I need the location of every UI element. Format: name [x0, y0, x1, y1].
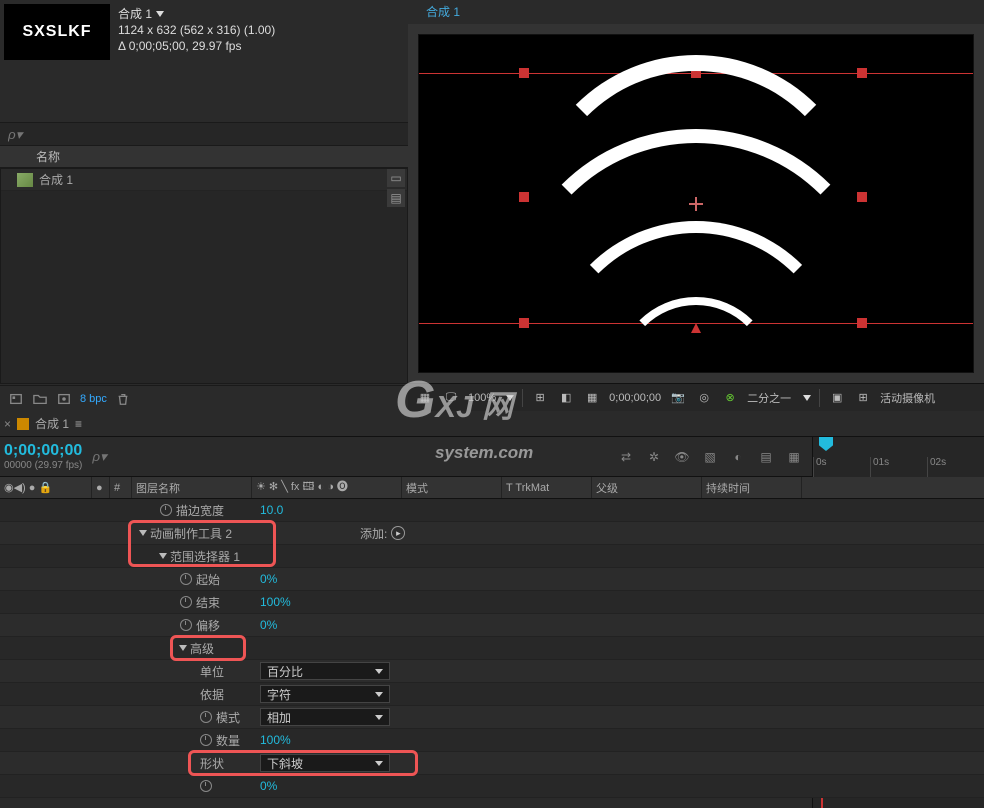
- monitor-icon[interactable]: 🖵: [442, 390, 460, 406]
- prop-shape[interactable]: 形状 下斜坡: [0, 752, 984, 775]
- folder-icon[interactable]: [32, 392, 48, 406]
- comp-duration: 0;00;05;00, 29.97 fps: [129, 39, 242, 53]
- prop-units[interactable]: 单位 百分比: [0, 660, 984, 683]
- prop-end[interactable]: 结束 100%: [0, 591, 984, 614]
- project-column-name[interactable]: 名称: [0, 146, 408, 168]
- label-col[interactable]: ●: [92, 477, 110, 498]
- timeline-search[interactable]: [92, 449, 172, 464]
- stopwatch-icon[interactable]: [160, 504, 172, 516]
- panel-icon[interactable]: ▭: [387, 169, 405, 187]
- search-input[interactable]: [92, 449, 172, 464]
- chevron-down-icon[interactable]: [506, 395, 514, 401]
- stopwatch-icon[interactable]: [200, 711, 212, 723]
- prop-offset[interactable]: 偏移 0%: [0, 614, 984, 637]
- index-col[interactable]: #: [110, 477, 132, 498]
- prop-value[interactable]: 100%: [260, 733, 291, 747]
- motion-blur-icon[interactable]: ◐: [728, 448, 748, 466]
- project-panel: SXSLKF 合成 1 1124 x 632 (562 x 316) (1.00…: [0, 0, 408, 411]
- prop-animator[interactable]: 动画制作工具 2 添加:▸: [0, 522, 984, 545]
- prop-value[interactable]: 10.0: [260, 503, 283, 517]
- prop-mode[interactable]: 模式 相加: [0, 706, 984, 729]
- mode-col[interactable]: 模式: [402, 477, 502, 498]
- viewer-tabs: 合成 1: [408, 0, 984, 24]
- stopwatch-icon[interactable]: [180, 596, 192, 608]
- project-toolbar: 8 bpc: [0, 385, 408, 411]
- project-item[interactable]: 合成 1: [1, 169, 407, 191]
- composition-viewer[interactable]: [418, 34, 974, 373]
- graph-editor-icon[interactable]: ▤: [756, 448, 776, 466]
- prop-stroke-width[interactable]: 描边宽度 10.0: [0, 499, 984, 522]
- prop-value[interactable]: 100%: [260, 595, 291, 609]
- new-comp-icon[interactable]: [56, 392, 72, 406]
- prop-based-on[interactable]: 依据 字符: [0, 683, 984, 706]
- trash-icon[interactable]: [115, 392, 131, 406]
- stopwatch-icon[interactable]: [200, 780, 212, 792]
- camera-dropdown[interactable]: 活动摄像机: [880, 390, 935, 406]
- timeline-panel: × 合成 1 ≡ 0;00;00;00 00000 (29.97 fps) ⇄ …: [0, 411, 984, 808]
- disclosure-icon[interactable]: [179, 645, 187, 651]
- chevron-down-icon: [375, 692, 383, 697]
- basedon-dropdown[interactable]: 字符: [260, 685, 390, 703]
- stopwatch-icon[interactable]: [180, 573, 192, 585]
- close-tab-icon[interactable]: ×: [4, 417, 11, 431]
- mini-flowchart-icon[interactable]: ⇄: [616, 448, 636, 466]
- av-toggles-col[interactable]: ◉◀) ● 🔒: [0, 477, 92, 498]
- comp-dimensions: 1124 x 632 (562 x 316) (1.00): [118, 22, 275, 38]
- timeline-columns: ◉◀) ● 🔒 ● # 图层名称 ☀ ✻ ╲ fx 🖽 ◐ ◑ 🅞 模式 T T…: [0, 477, 984, 499]
- prop-smoothness[interactable]: 0%: [0, 775, 984, 798]
- comp-color-icon: [17, 418, 29, 430]
- chevron-down-icon: [375, 715, 383, 720]
- shy-icon[interactable]: 👁: [672, 448, 692, 466]
- chevron-down-icon: [375, 669, 383, 674]
- project-thumbnail: SXSLKF: [4, 4, 110, 60]
- time-ruler[interactable]: 0s 01s 02s: [812, 437, 984, 477]
- disclosure-icon[interactable]: [159, 553, 167, 559]
- prop-advanced[interactable]: 高级: [0, 637, 984, 660]
- text-arc: [616, 297, 776, 457]
- prop-value[interactable]: 0%: [260, 618, 277, 632]
- composition-icon: [17, 173, 33, 187]
- viewer-tab-active[interactable]: 合成 1: [416, 0, 470, 26]
- switches-col[interactable]: ☀ ✻ ╲ fx 🖽 ◐ ◑ 🅞: [252, 477, 402, 498]
- comp-name[interactable]: 合成 1: [118, 6, 152, 22]
- layer-name-col[interactable]: 图层名称: [132, 477, 252, 498]
- project-item-label: 合成 1: [39, 171, 73, 188]
- stopwatch-icon[interactable]: [200, 734, 212, 746]
- timecode[interactable]: 0;00;00;00: [4, 442, 82, 460]
- bpc-label[interactable]: 8 bpc: [80, 393, 107, 405]
- chevron-down-icon[interactable]: [156, 11, 164, 17]
- add-property-icon[interactable]: ▸: [391, 526, 405, 540]
- frame-blend-icon[interactable]: ▧: [700, 448, 720, 466]
- grid-icon[interactable]: ▦: [416, 390, 434, 406]
- shape-dropdown[interactable]: 下斜坡: [260, 754, 390, 772]
- mode-dropdown[interactable]: 相加: [260, 708, 390, 726]
- project-info: 合成 1 1124 x 632 (562 x 316) (1.00) Δ 0;0…: [110, 4, 283, 58]
- prop-range-selector[interactable]: 范围选择器 1: [0, 545, 984, 568]
- prop-start[interactable]: 起始 0%: [0, 568, 984, 591]
- stopwatch-icon[interactable]: [180, 619, 192, 631]
- prop-amount[interactable]: 数量 100%: [0, 729, 984, 752]
- tab-menu-icon[interactable]: ≡: [75, 417, 82, 431]
- playhead-icon[interactable]: [819, 437, 833, 451]
- timeline-tab[interactable]: 合成 1: [35, 415, 69, 432]
- trkmat-col[interactable]: T TrkMat: [502, 477, 592, 498]
- panel-icon[interactable]: ▤: [387, 189, 405, 207]
- frame-count: 00000 (29.97 fps): [4, 460, 82, 471]
- draft3d-icon[interactable]: ✲: [644, 448, 664, 466]
- disclosure-icon[interactable]: [139, 530, 147, 536]
- search-input[interactable]: [4, 127, 404, 142]
- brainstorm-icon[interactable]: ▦: [784, 448, 804, 466]
- units-dropdown[interactable]: 百分比: [260, 662, 390, 680]
- zoom-value[interactable]: 100%: [468, 392, 496, 404]
- interpret-icon[interactable]: [8, 392, 24, 406]
- prop-value[interactable]: 0%: [260, 572, 277, 586]
- chevron-down-icon: [375, 761, 383, 766]
- prop-value[interactable]: 0%: [260, 779, 277, 793]
- project-search[interactable]: [0, 122, 408, 146]
